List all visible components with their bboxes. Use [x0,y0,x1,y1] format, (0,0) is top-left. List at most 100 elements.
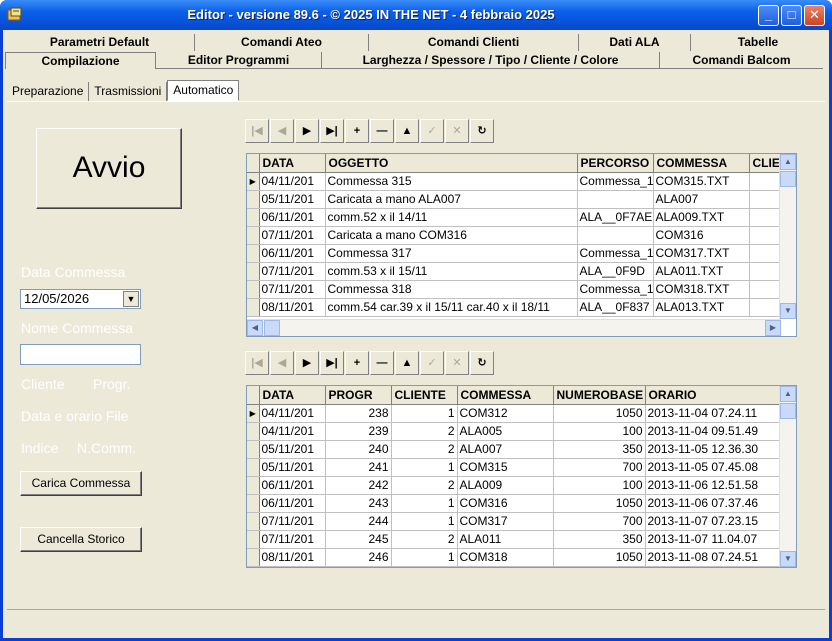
nav2-refresh-button[interactable]: ↻ [470,351,494,375]
table-row[interactable]: 08/11/201 246 1 COM318 1050 2013-11-08 07.24.… [247,548,782,567]
table-cell[interactable]: COM317.TXT [653,244,750,263]
table-cell[interactable]: 2013-11-07 07.23.15 [645,512,782,531]
table-row[interactable]: ▶ 04/11/201 238 1 COM312 1050 2013-11-04 07.24… [247,404,782,423]
current-row-indicator-icon[interactable]: ▶ [247,172,260,191]
grid2-vscroll[interactable]: ▲ ▼ [779,386,796,567]
table-cell[interactable]: COM316 [457,494,554,513]
table-cell[interactable]: 2013-11-05 07.45.08 [645,458,782,477]
grid1-col-data[interactable]: DATA [259,154,326,173]
grid2-col-data[interactable]: DATA [259,386,326,405]
nav2-insert-button[interactable]: + [345,351,369,375]
table-cell[interactable]: 07/11/201 [259,512,326,531]
avvio-button[interactable]: Avvio [36,128,182,209]
table-cell[interactable]: 238 [325,404,392,423]
row-indicator[interactable] [247,548,260,567]
table-cell[interactable]: 700 [553,512,646,531]
table-row[interactable]: 07/11/201 245 2 ALA011 350 2013-11-07 11.04.0… [247,530,782,549]
table-row[interactable]: 05/11/201 Caricata a mano ALA007 ALA007 [247,190,782,209]
grid1-col-commessa[interactable]: COMMESSA [653,154,750,173]
table-cell[interactable] [749,226,782,245]
carica-commessa-button[interactable]: Carica Commessa [20,471,142,496]
grid-storico-commesse[interactable]: DATA OGGETTO PERCORSO COMMESSA CLIE ▶ 04/… [246,153,797,337]
minimize-button[interactable]: _ [758,5,779,26]
row-indicator[interactable] [247,262,260,281]
table-cell[interactable]: 1050 [553,494,646,513]
nav2-edit-button[interactable]: ▲ [395,351,419,375]
table-cell[interactable]: 350 [553,530,646,549]
table-cell[interactable]: ALA007 [457,440,554,459]
nav2-post-button[interactable]: ✓ [420,351,444,375]
scroll-up-icon[interactable]: ▲ [780,154,796,170]
table-row[interactable]: 07/11/201 244 1 COM317 700 2013-11-07 07.23.1… [247,512,782,531]
nav-last-button[interactable]: ▶| [320,119,344,143]
nav-delete-button[interactable]: — [370,119,394,143]
grid2-vscroll-thumb[interactable] [780,403,796,419]
grid1-vscroll-thumb[interactable] [780,171,796,187]
scroll-down-icon[interactable]: ▼ [780,303,796,319]
tab-comandi-balcom[interactable]: Comandi Balcom [660,52,823,69]
tab-dati-ala[interactable]: Dati ALA [579,34,691,51]
grid1-vscroll[interactable]: ▲ ▼ [779,154,796,319]
table-cell[interactable]: Caricata a mano ALA007 [325,190,578,209]
table-cell[interactable] [749,298,782,317]
table-cell[interactable]: 05/11/201 [259,458,326,477]
nav2-prior-button[interactable]: ◀ [270,351,294,375]
table-cell[interactable]: ALA011 [457,530,554,549]
table-cell[interactable]: comm.54 car.39 x il 15/11 car.40 x il 18… [325,298,578,317]
table-row[interactable]: 06/11/201 comm.52 x il 14/11 ALA__0F7AE ALA… [247,208,782,227]
grid1-col-oggetto[interactable]: OGGETTO [325,154,578,173]
table-row[interactable]: 06/11/201 Commessa 317 Commessa_1 COM317.TX… [247,244,782,263]
table-cell[interactable]: 07/11/201 [259,530,326,549]
table-cell[interactable]: COM317 [457,512,554,531]
nav2-cancel-button[interactable]: ✕ [445,351,469,375]
table-row[interactable]: 05/11/201 241 1 COM315 700 2013-11-05 07.45.0… [247,458,782,477]
table-cell[interactable]: Commessa 318 [325,280,578,299]
grid1-col-percorso[interactable]: PERCORSO [577,154,654,173]
scroll-up-icon[interactable]: ▲ [780,386,796,402]
table-cell[interactable]: 2013-11-06 12.51.58 [645,476,782,495]
row-indicator[interactable] [247,530,260,549]
nav2-last-button[interactable]: ▶| [320,351,344,375]
table-cell[interactable]: COM315 [457,458,554,477]
table-cell[interactable]: 08/11/201 [259,548,326,567]
data-commessa-picker[interactable]: 12/05/2026 ▼ [20,289,141,309]
grid2-col-progr[interactable]: PROGR [325,386,392,405]
table-cell[interactable]: ALA005 [457,422,554,441]
table-cell[interactable]: 1 [391,404,458,423]
grid2-col-numerobase[interactable]: NUMEROBASE [553,386,646,405]
table-row[interactable]: 06/11/201 242 2 ALA009 100 2013-11-06 12.51.5… [247,476,782,495]
title-bar[interactable]: Editor - versione 89.6 - © 2025 IN THE N… [0,0,832,30]
nav2-next-button[interactable]: ▶ [295,351,319,375]
table-row[interactable]: 07/11/201 Caricata a mano COM316 COM316 [247,226,782,245]
table-row[interactable]: ▶ 04/11/201 Commessa 315 Commessa_1 COM315.T… [247,172,782,191]
grid1-col-cliente[interactable]: CLIE [749,154,782,173]
table-row[interactable]: 07/11/201 comm.53 x il 15/11 ALA__0F9D ALA0… [247,262,782,281]
table-cell[interactable]: 244 [325,512,392,531]
table-cell[interactable]: Commessa_1 [577,244,654,263]
table-cell[interactable]: COM316 [653,226,750,245]
table-cell[interactable]: 240 [325,440,392,459]
table-cell[interactable]: Commessa_1 [577,172,654,191]
table-cell[interactable]: ALA__0F837 [577,298,654,317]
table-cell[interactable]: COM315.TXT [653,172,750,191]
nav2-delete-button[interactable]: — [370,351,394,375]
current-row-indicator-icon[interactable]: ▶ [247,404,260,423]
table-cell[interactable]: ALA__0F9D [577,262,654,281]
grid1-hscroll[interactable]: ◀ ▶ [247,319,781,336]
table-cell[interactable]: 07/11/201 [259,226,326,245]
table-cell[interactable]: ALA__0F7AE [577,208,654,227]
table-row[interactable]: 05/11/201 240 2 ALA007 350 2013-11-05 12.36.3… [247,440,782,459]
table-cell[interactable] [749,190,782,209]
table-cell[interactable]: 1 [391,458,458,477]
table-cell[interactable]: Commessa_1 [577,280,654,299]
row-indicator[interactable] [247,476,260,495]
table-cell[interactable] [749,172,782,191]
tab-comandi-ateo[interactable]: Comandi Ateo [195,34,369,51]
table-cell[interactable]: 2 [391,530,458,549]
row-indicator[interactable] [247,244,260,263]
table-cell[interactable]: 07/11/201 [259,280,326,299]
table-cell[interactable]: 06/11/201 [259,244,326,263]
row-indicator[interactable] [247,190,260,209]
table-cell[interactable]: 2 [391,440,458,459]
table-cell[interactable]: 2 [391,476,458,495]
